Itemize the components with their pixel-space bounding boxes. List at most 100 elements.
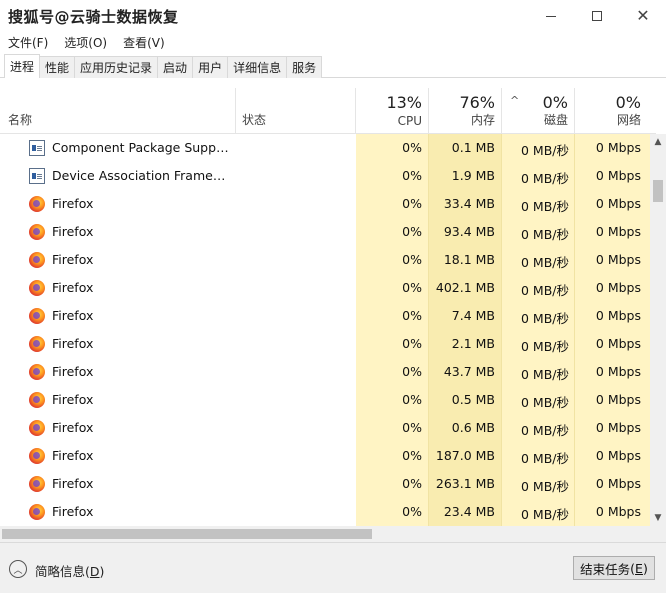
disk-value: 0 MB/秒: [521, 143, 569, 158]
chevron-up-icon: ▲: [654, 137, 662, 147]
memory-value: 23.4 MB: [443, 504, 495, 519]
memory-value: 263.1 MB: [435, 476, 495, 491]
tab-users[interactable]: 用户: [192, 56, 229, 78]
cpu-value: 0%: [402, 476, 422, 491]
table-row[interactable]: Component Package Suppor... 0% 0.1 MB 0 MB/…: [0, 134, 650, 162]
process-name: Device Association Framewo...: [52, 168, 234, 183]
close-button[interactable]: ✕: [620, 0, 666, 32]
header-disk[interactable]: ^ 0% 磁盘: [502, 88, 574, 134]
header-cpu-label: CPU: [397, 114, 422, 128]
menu-file[interactable]: 文件(F): [0, 34, 56, 51]
footer-bar: ︿ 简略信息(D) 结束任务(E): [0, 542, 666, 593]
fewer-details-link[interactable]: 简略信息(D): [35, 561, 104, 580]
end-task-button[interactable]: 结束任务(E): [573, 556, 655, 580]
firefox-icon: [29, 308, 45, 324]
process-name: Firefox: [52, 336, 94, 351]
close-icon: ✕: [636, 6, 650, 25]
process-name: Firefox: [52, 280, 94, 295]
table-row[interactable]: Firefox 0% 2.1 MB 0 MB/秒 0 Mbps: [0, 330, 650, 358]
network-value: 0 Mbps: [595, 392, 641, 407]
sort-ascending-icon: ^: [510, 94, 520, 107]
firefox-icon: [29, 504, 45, 520]
cpu-value: 0%: [402, 420, 422, 435]
process-name: Firefox: [52, 504, 94, 519]
disk-value: 0 MB/秒: [521, 339, 569, 354]
scroll-up-button[interactable]: ▲: [650, 134, 666, 150]
end-task-accesskey: E: [635, 560, 643, 576]
vertical-scrollbar[interactable]: ▲ ▼: [650, 134, 666, 526]
network-value: 0 Mbps: [595, 336, 641, 351]
chevron-up-circle-icon[interactable]: ︿: [9, 560, 27, 578]
tab-services[interactable]: 服务: [286, 56, 323, 78]
header-disk-percent: 0%: [542, 93, 568, 112]
disk-value: 0 MB/秒: [521, 395, 569, 410]
table-row[interactable]: Firefox 0% 93.4 MB 0 MB/秒 0 Mbps: [0, 218, 650, 246]
table-row[interactable]: Firefox 0% 43.7 MB 0 MB/秒 0 Mbps: [0, 358, 650, 386]
disk-value: 0 MB/秒: [521, 507, 569, 522]
vertical-scroll-thumb[interactable]: [653, 180, 663, 202]
app-window-icon: [29, 140, 45, 156]
horizontal-scrollbar[interactable]: [0, 526, 650, 542]
table-row[interactable]: Firefox 0% 0.6 MB 0 MB/秒 0 Mbps: [0, 414, 650, 442]
header-network-label: 网络: [616, 113, 641, 127]
menu-options[interactable]: 选项(O): [56, 34, 115, 51]
menu-view[interactable]: 查看(V): [115, 34, 173, 51]
disk-value: 0 MB/秒: [521, 367, 569, 382]
header-disk-label: 磁盘: [543, 113, 568, 127]
memory-value: 402.1 MB: [435, 280, 495, 295]
disk-value: 0 MB/秒: [521, 479, 569, 494]
disk-value: 0 MB/秒: [521, 255, 569, 270]
disk-value: 0 MB/秒: [521, 227, 569, 242]
network-value: 0 Mbps: [595, 364, 641, 379]
disk-value: 0 MB/秒: [521, 451, 569, 466]
table-row[interactable]: Firefox 0% 187.0 MB 0 MB/秒 0 Mbps: [0, 442, 650, 470]
disk-value: 0 MB/秒: [521, 423, 569, 438]
header-cpu[interactable]: 13% CPU: [356, 88, 428, 134]
cpu-value: 0%: [402, 252, 422, 267]
tab-processes[interactable]: 进程: [4, 54, 41, 78]
cpu-value: 0%: [402, 224, 422, 239]
firefox-icon: [29, 476, 45, 492]
process-name: Firefox: [52, 448, 94, 463]
maximize-button[interactable]: [574, 0, 620, 32]
memory-value: 18.1 MB: [443, 252, 495, 267]
tab-strip: 进程 性能 应用历史记录 启动 用户 详细信息 服务: [4, 54, 323, 78]
process-name: Firefox: [52, 224, 94, 239]
horizontal-scroll-thumb[interactable]: [2, 529, 372, 539]
minimize-button[interactable]: [528, 0, 574, 32]
table-row[interactable]: Firefox 0% 7.4 MB 0 MB/秒 0 Mbps: [0, 302, 650, 330]
table-row[interactable]: Firefox 0% 263.1 MB 0 MB/秒 0 Mbps: [0, 470, 650, 498]
cpu-value: 0%: [402, 364, 422, 379]
network-value: 0 Mbps: [595, 140, 641, 155]
process-name: Firefox: [52, 420, 94, 435]
network-value: 0 Mbps: [595, 504, 641, 519]
tab-details[interactable]: 详细信息: [227, 56, 288, 78]
end-task-text: 结束任务: [580, 561, 631, 577]
header-memory-percent: 76%: [459, 93, 495, 112]
header-memory[interactable]: 76% 内存: [429, 88, 501, 134]
table-row[interactable]: Firefox 0% 18.1 MB 0 MB/秒 0 Mbps: [0, 246, 650, 274]
table-row[interactable]: Firefox 0% 402.1 MB 0 MB/秒 0 Mbps: [0, 274, 650, 302]
process-list: Component Package Suppor... 0% 0.1 MB 0 MB/…: [0, 134, 650, 526]
disk-value: 0 MB/秒: [521, 199, 569, 214]
chevron-down-icon: ▼: [654, 513, 662, 523]
header-memory-label: 内存: [470, 113, 495, 127]
firefox-icon: [29, 336, 45, 352]
table-row[interactable]: Firefox 0% 23.4 MB 0 MB/秒 0 Mbps: [0, 498, 650, 526]
table-row[interactable]: Firefox 0% 33.4 MB 0 MB/秒 0 Mbps: [0, 190, 650, 218]
firefox-icon: [29, 252, 45, 268]
tab-app-history[interactable]: 应用历史记录: [74, 56, 159, 78]
tab-startup[interactable]: 启动: [157, 56, 194, 78]
memory-value: 1.9 MB: [451, 168, 495, 183]
header-name[interactable]: 名称: [0, 88, 235, 134]
table-row[interactable]: Device Association Framewo... 0% 1.9 MB 0 M…: [0, 162, 650, 190]
table-row[interactable]: Firefox 0% 0.5 MB 0 MB/秒 0 Mbps: [0, 386, 650, 414]
tab-performance[interactable]: 性能: [39, 56, 76, 78]
scroll-down-button[interactable]: ▼: [650, 510, 666, 526]
header-status[interactable]: 状态: [236, 88, 355, 134]
minimize-icon: [546, 15, 556, 17]
process-name: Firefox: [52, 252, 94, 267]
network-value: 0 Mbps: [595, 196, 641, 211]
network-value: 0 Mbps: [595, 168, 641, 183]
header-network[interactable]: 0% 网络: [575, 88, 650, 134]
